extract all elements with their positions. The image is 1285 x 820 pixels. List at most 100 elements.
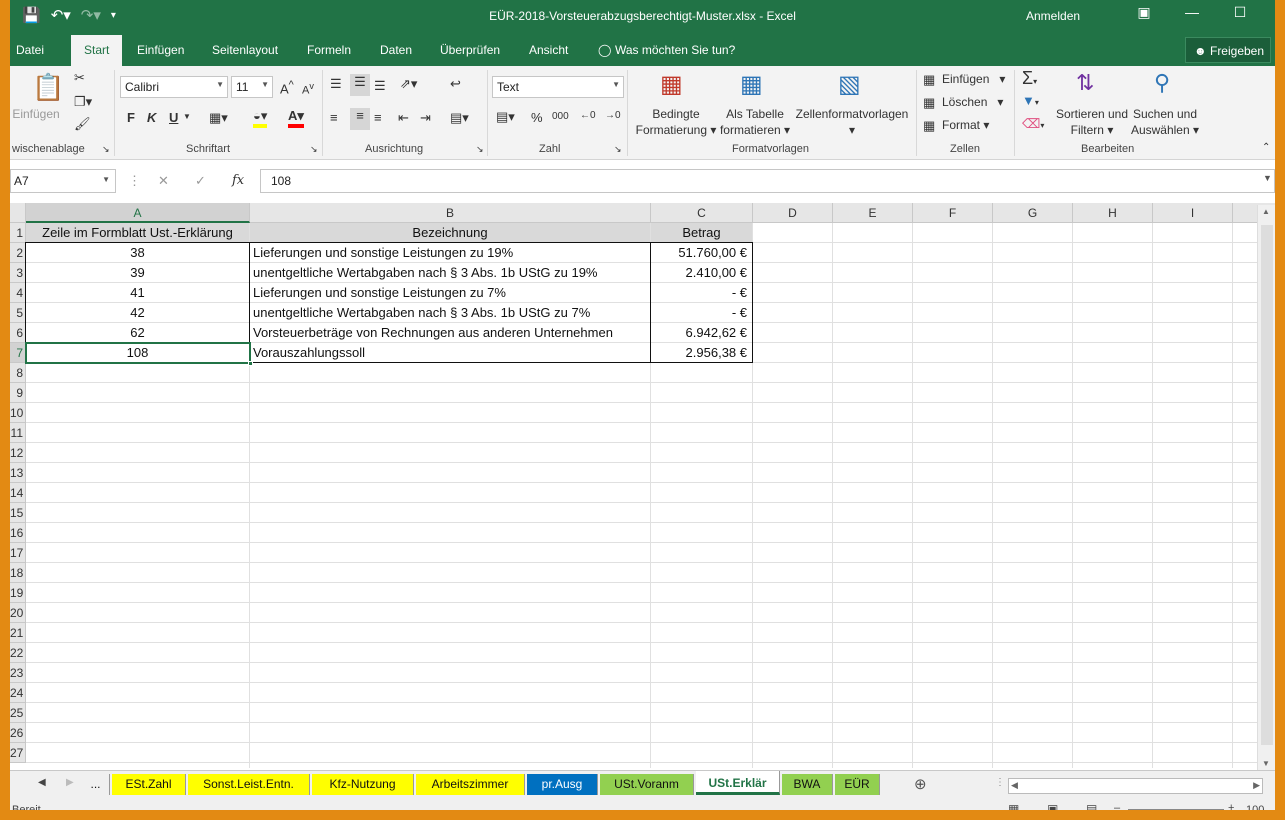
cell-c4[interactable]: - € <box>651 283 752 303</box>
decrease-decimal-icon[interactable]: →0 <box>605 110 621 121</box>
align-left-icon[interactable]: ≡ <box>330 110 338 125</box>
row-header-5[interactable]: 5 <box>10 303 26 323</box>
percent-icon[interactable]: % <box>531 110 543 125</box>
autosum-icon[interactable]: Σ▾ <box>1022 68 1037 89</box>
cell-b2[interactable]: Lieferungen und sonstige Leistungen zu 1… <box>250 243 650 263</box>
find-select-button[interactable]: Suchen und Auswählen ▾ <box>1128 106 1202 138</box>
sheet-tab-kfz-nutzung[interactable]: Kfz-Nutzung <box>312 774 414 795</box>
sheet-tab-pr-ausg[interactable]: pr.Ausg <box>527 774 598 795</box>
row-header-16[interactable]: 16 <box>10 523 26 543</box>
column-header-a[interactable]: A <box>26 203 250 223</box>
row-header-9[interactable]: 9 <box>10 383 26 403</box>
delete-cells-icon[interactable]: ▦ <box>923 95 935 111</box>
font-name-select[interactable]: Calibri ▼ <box>120 76 228 98</box>
scroll-up-icon[interactable]: ▲ <box>1262 207 1270 216</box>
tab-seitenlayout[interactable]: Seitenlayout <box>212 43 278 57</box>
cell-b1[interactable]: Bezeichnung <box>250 223 650 243</box>
tab-einfuegen[interactable]: Einfügen <box>137 43 184 57</box>
row-header-10[interactable]: 10 <box>10 403 26 423</box>
close-icon[interactable]: ✕ <box>1264 4 1275 21</box>
row-header-23[interactable]: 23 <box>10 663 26 683</box>
cancel-icon[interactable]: ✕ <box>158 173 169 189</box>
sheet-tab-est-zahl[interactable]: ESt.Zahl <box>112 774 186 795</box>
row-header-4[interactable]: 4 <box>10 283 26 303</box>
align-bottom-icon[interactable]: ☰ <box>374 78 386 94</box>
cell-a2[interactable]: 38 <box>26 243 249 263</box>
delete-cells-button[interactable]: Löschen ▾ <box>942 94 1003 110</box>
format-as-table-label[interactable]: Als Tabelle formatieren ▾ <box>715 106 795 138</box>
column-header-h[interactable]: H <box>1073 203 1153 223</box>
tab-daten[interactable]: Daten <box>380 43 412 57</box>
conditional-formatting-label[interactable]: Bedingte Formatierung ▾ <box>630 106 722 138</box>
zoom-in-icon[interactable]: + <box>1228 802 1234 810</box>
vertical-scroll-thumb[interactable] <box>1261 225 1273 745</box>
merge-center-icon[interactable]: ▤▾ <box>450 110 469 126</box>
page-break-view-icon[interactable]: ▤ <box>1086 802 1097 810</box>
zoom-slider[interactable] <box>1128 809 1224 810</box>
row-header-13[interactable]: 13 <box>10 463 26 483</box>
insert-cells-icon[interactable]: ▦ <box>923 72 935 88</box>
row-header-26[interactable]: 26 <box>10 723 26 743</box>
tell-me-box[interactable]: Was möchten Sie tun? <box>615 43 735 57</box>
cell-b4[interactable]: Lieferungen und sonstige Leistungen zu 7… <box>250 283 650 303</box>
page-layout-view-icon[interactable]: ▣ <box>1047 802 1058 810</box>
italic-button[interactable]: K <box>147 110 156 125</box>
sheet-tab-arbeitszimmer[interactable]: Arbeitszimmer <box>416 774 525 795</box>
align-middle-icon[interactable]: ☰ <box>350 74 370 96</box>
worksheet-grid[interactable]: ABCDEFGHIJ 12345678910111213141516171819… <box>10 203 1275 768</box>
number-launcher-icon[interactable]: ↘ <box>614 144 622 155</box>
expand-formula-icon[interactable]: ▼ <box>1263 173 1272 183</box>
column-header-b[interactable]: B <box>250 203 651 223</box>
cell-a6[interactable]: 62 <box>26 323 249 343</box>
cell-c2[interactable]: 51.760,00 € <box>651 243 752 263</box>
find-select-icon[interactable]: ⚲ <box>1154 70 1170 96</box>
paste-icon[interactable]: 📋 <box>32 72 64 103</box>
cell-b5[interactable]: unentgeltliche Wertabgaben nach § 3 Abs.… <box>250 303 650 323</box>
row-header-27[interactable]: 27 <box>10 743 26 763</box>
column-header-g[interactable]: G <box>993 203 1073 223</box>
format-as-table-icon[interactable]: ▦ <box>740 70 763 99</box>
row-header-2[interactable]: 2 <box>10 243 26 263</box>
increase-font-icon[interactable]: A^ <box>280 79 294 96</box>
share-button[interactable]: ☻ Freigeben <box>1185 37 1271 63</box>
zoom-out-icon[interactable]: – <box>1114 802 1120 810</box>
collapse-ribbon-icon[interactable]: ⌃ <box>1262 142 1270 153</box>
cell-c7[interactable]: 2.956,38 € <box>651 343 752 363</box>
orientation-icon[interactable]: ⇗▾ <box>400 76 417 92</box>
clipboard-launcher-icon[interactable]: ↘ <box>102 144 110 155</box>
fill-handle[interactable] <box>248 361 253 366</box>
new-sheet-icon[interactable]: ⊕ <box>914 775 927 793</box>
borders-icon[interactable]: ▦▾ <box>209 110 228 126</box>
row-header-8[interactable]: 8 <box>10 363 26 383</box>
thousands-separator-icon[interactable]: 000 <box>552 111 569 122</box>
font-color-icon[interactable]: A▾ <box>288 108 304 128</box>
cell-a3[interactable]: 39 <box>26 263 249 283</box>
row-header-25[interactable]: 25 <box>10 703 26 723</box>
decrease-font-icon[interactable]: Av <box>302 81 314 97</box>
normal-view-icon[interactable]: ▦ <box>1008 802 1019 810</box>
conditional-formatting-icon[interactable]: ▦ <box>660 70 683 99</box>
copy-icon[interactable]: ❐▾ <box>74 94 92 110</box>
fill-color-icon[interactable]: ◒▾ <box>253 108 268 128</box>
cut-icon[interactable]: ✂ <box>74 70 85 86</box>
tab-formeln[interactable]: Formeln <box>307 43 351 57</box>
paste-label[interactable]: Einfügen <box>11 106 61 122</box>
cell-a5[interactable]: 42 <box>26 303 249 323</box>
cell-a1[interactable]: Zeile im Formblatt Ust.-Erklärung <box>26 223 249 243</box>
wrap-text-icon[interactable]: ↩ <box>450 76 461 92</box>
sheet-tab--[interactable]: ... <box>82 774 110 795</box>
clear-icon[interactable]: ⌫▾ <box>1022 116 1044 132</box>
prev-sheet-icon[interactable]: ◀ <box>38 777 46 788</box>
cell-b6[interactable]: Vorsteuerbeträge von Rechnungen aus ande… <box>250 323 650 343</box>
name-box[interactable]: A7 ▼ <box>10 169 116 193</box>
align-right-icon[interactable]: ≡ <box>374 110 382 125</box>
insert-cells-button[interactable]: Einfügen ▾ <box>942 71 1005 87</box>
cell-a4[interactable]: 41 <box>26 283 249 303</box>
cell-c1[interactable]: Betrag <box>651 223 752 243</box>
tab-split-icon[interactable]: ⋮ <box>995 777 1005 788</box>
selected-cell-a7[interactable] <box>25 342 253 366</box>
font-launcher-icon[interactable]: ↘ <box>310 144 318 155</box>
row-header-6[interactable]: 6 <box>10 323 26 343</box>
underline-dropdown-icon[interactable]: ▼ <box>183 112 191 121</box>
scroll-right-icon[interactable]: ▶ <box>1253 780 1260 791</box>
